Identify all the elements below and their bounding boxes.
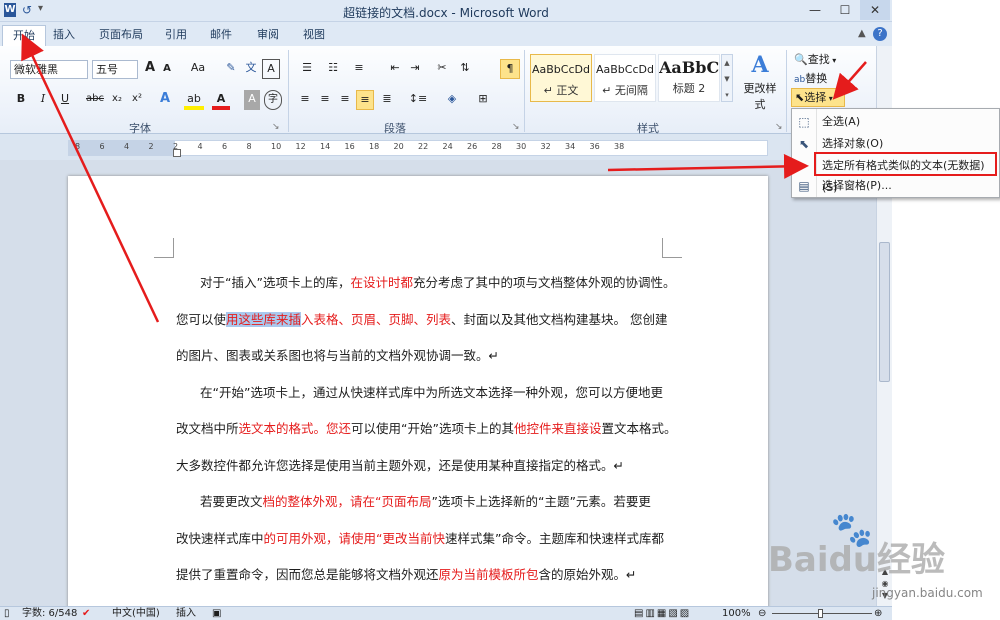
watermark: 🐾 Baidu经验 jingyan.baidu.com bbox=[760, 508, 1000, 620]
annotation-arrow-select bbox=[832, 61, 867, 100]
annotation-arrow-menu-item bbox=[607, 153, 809, 179]
watermark-brand: Baidu经验 bbox=[768, 540, 946, 580]
watermark-url: jingyan.baidu.com bbox=[872, 586, 983, 600]
annotation-arrow-home-tab bbox=[21, 33, 160, 323]
